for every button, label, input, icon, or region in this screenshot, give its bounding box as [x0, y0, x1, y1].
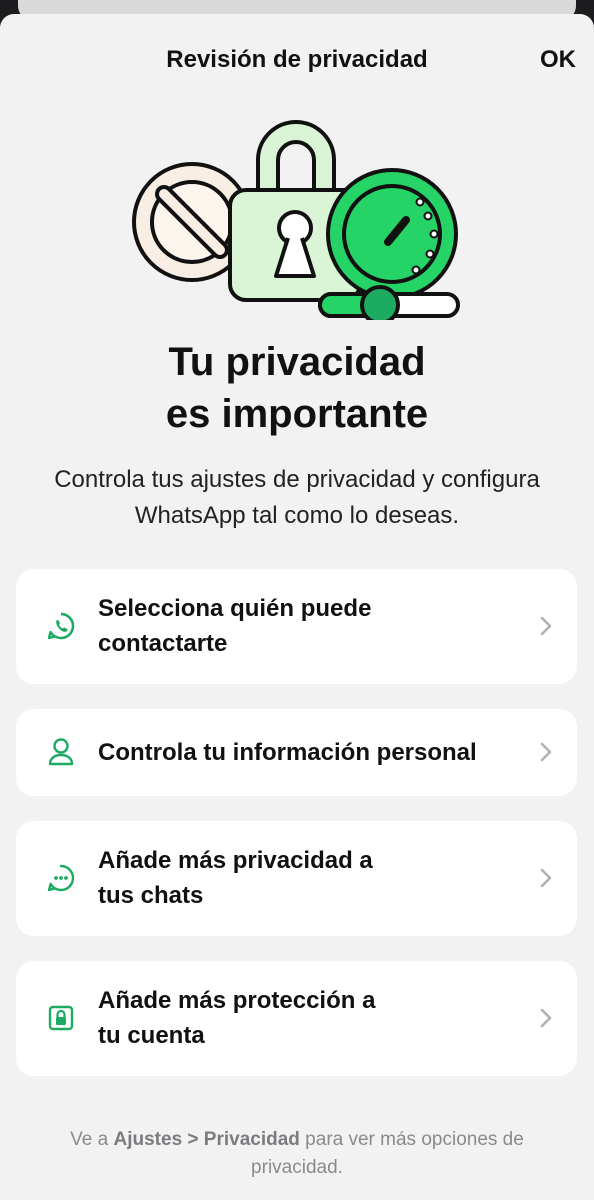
footer-settings-link: Ajustes	[113, 1129, 183, 1150]
option-label-line-1: Controla tu información personal	[98, 739, 477, 766]
footer-privacy-link: Privacidad	[203, 1129, 300, 1150]
option-account[interactable]: Añade más protección a tu cuenta	[16, 961, 577, 1076]
chevron-right-icon	[540, 742, 552, 762]
chat-phone-icon	[44, 609, 78, 643]
option-label-line-1: Selecciona quién puede	[98, 595, 372, 622]
option-contact[interactable]: Selecciona quién puede contactarte	[16, 569, 577, 684]
nav-bar: Revisión de privacidad OK	[0, 14, 594, 104]
option-label-line-2: tu cuenta	[98, 1022, 205, 1049]
option-label: Añade más protección a tu cuenta	[98, 983, 528, 1053]
dial-icon	[326, 168, 458, 300]
option-chats[interactable]: Añade más privacidad a tus chats	[16, 821, 577, 936]
person-icon	[44, 735, 78, 769]
option-personal-info[interactable]: Controla tu información personal	[16, 709, 577, 796]
footer-hint: Ve a Ajustes > Privacidad para ver más o…	[30, 1126, 564, 1182]
description: Controla tus ajustes de privacidad y con…	[54, 466, 540, 529]
chevron-right-icon	[540, 616, 552, 636]
option-label: Selecciona quién puede contactarte	[98, 591, 528, 661]
privacy-checkup-sheet: Revisión de privacidad OK Tu privacidad …	[0, 14, 594, 1200]
chat-dots-icon	[44, 861, 78, 895]
option-label-line-1: Añade más protección a	[98, 987, 376, 1014]
option-label-line-2: tus chats	[98, 882, 204, 909]
lock-icon	[44, 1001, 78, 1035]
headline: Tu privacidad es importante	[0, 336, 594, 440]
chevron-right-icon	[540, 868, 552, 888]
privacy-illustration	[132, 120, 460, 320]
page-title: Revisión de privacidad	[166, 46, 428, 73]
option-label-line-1: Añade más privacidad a	[98, 847, 373, 874]
option-label-line-2: contactarte	[98, 630, 228, 657]
option-label: Controla tu información personal	[98, 735, 528, 770]
footer-prefix: Ve a	[70, 1129, 114, 1150]
option-label: Añade más privacidad a tus chats	[98, 843, 528, 913]
headline-line-2: es importante	[165, 392, 429, 436]
chevron-right-icon	[540, 1008, 552, 1028]
headline-line-1: Tu privacidad	[168, 340, 426, 384]
ok-button[interactable]: OK	[540, 46, 576, 74]
footer-separator: >	[182, 1129, 204, 1150]
